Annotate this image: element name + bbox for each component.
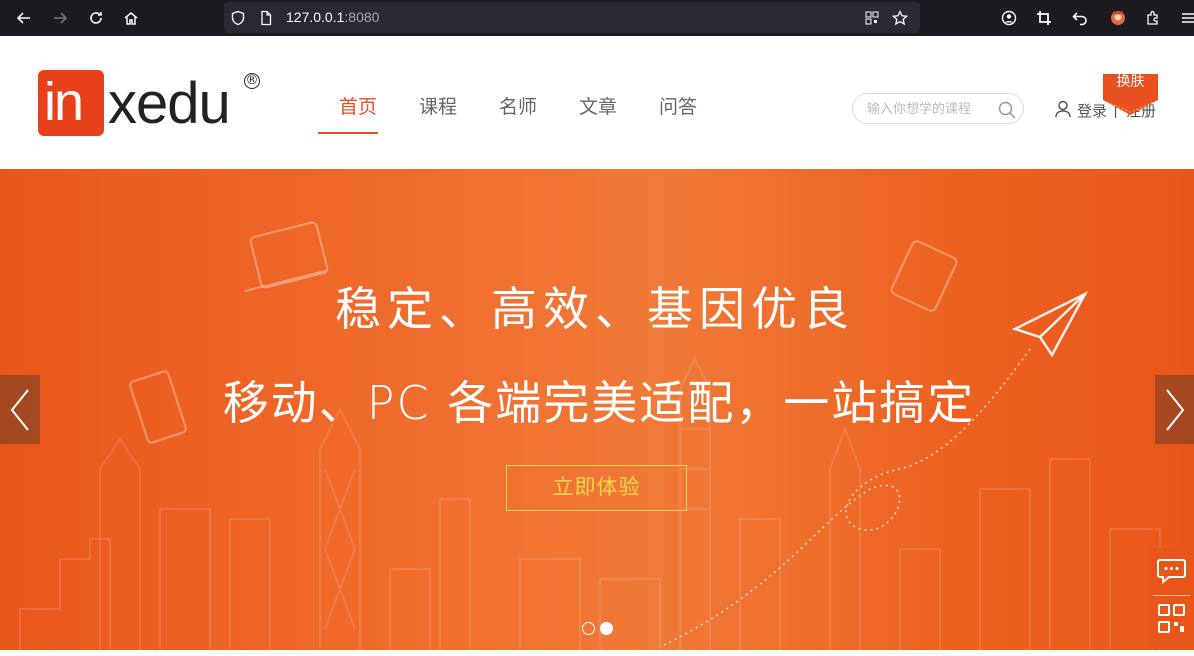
hero-banner: 稳定、高效、基因优良 移动、PC 各端完美适配，一站搞定 立即体验 — [0, 169, 1194, 650]
forward-icon[interactable] — [48, 6, 72, 30]
search-icon[interactable] — [997, 100, 1017, 120]
back-icon[interactable] — [12, 6, 36, 30]
bookmark-star-icon[interactable] — [888, 6, 912, 30]
menu-icon[interactable] — [1176, 6, 1194, 30]
nav-item-courses[interactable]: 课程 — [398, 93, 478, 121]
home-icon[interactable] — [119, 6, 143, 30]
banner-headline-secondary: 移动、PC 各端完美适配，一站搞定 — [222, 376, 976, 430]
logo-mark: in — [38, 70, 104, 136]
logo-wordmark: xedu — [108, 71, 231, 136]
site-header: in xedu ® 首页 课程 名师 文章 问答 登录 | 注册 换肤 — [0, 37, 1194, 169]
floating-side-panel — [1149, 548, 1194, 648]
chevron-right-icon — [1166, 388, 1185, 431]
account-icon[interactable] — [997, 6, 1021, 30]
carousel-indicators — [582, 622, 613, 635]
nav-item-home[interactable]: 首页 — [318, 93, 398, 134]
carousel-prev-button[interactable] — [0, 375, 40, 444]
qr-code-icon[interactable] — [860, 6, 884, 30]
chat-icon[interactable] — [1157, 558, 1186, 584]
chevron-left-icon — [10, 388, 29, 431]
skin-switch-button[interactable]: 换肤 — [1103, 74, 1158, 115]
extensions-puzzle-icon[interactable] — [1141, 6, 1165, 30]
nav-item-teachers[interactable]: 名师 — [478, 93, 558, 121]
undo-icon[interactable] — [1068, 6, 1092, 30]
browser-toolbar: 127.0.0.1:8080 — [0, 0, 1194, 36]
url-text[interactable]: 127.0.0.1:8080 — [286, 9, 379, 25]
registered-mark: ® — [244, 73, 260, 89]
extension-avatar-icon[interactable] — [1106, 6, 1130, 30]
skin-switch-label: 换肤 — [1116, 74, 1145, 90]
search-input[interactable] — [867, 100, 993, 118]
main-nav: 首页 课程 名师 文章 问答 — [318, 93, 718, 134]
course-search — [852, 93, 1024, 124]
shield-icon[interactable] — [226, 6, 250, 30]
user-icon — [1055, 100, 1071, 118]
url-bar[interactable]: 127.0.0.1:8080 — [224, 2, 920, 33]
banner-headline-primary: 稳定、高效、基因优良 — [335, 282, 855, 336]
carousel-next-button[interactable] — [1155, 375, 1194, 444]
carousel-dot-1[interactable] — [582, 622, 595, 635]
nav-item-qa[interactable]: 问答 — [638, 93, 718, 121]
crop-icon[interactable] — [1032, 6, 1056, 30]
side-panel-divider — [1153, 595, 1190, 596]
try-now-button[interactable]: 立即体验 — [506, 465, 687, 511]
nav-item-articles[interactable]: 文章 — [558, 93, 638, 121]
reload-icon[interactable] — [84, 6, 108, 30]
carousel-dot-2[interactable] — [600, 622, 613, 635]
qr-code-icon[interactable] — [1157, 603, 1187, 635]
page-icon — [254, 6, 278, 30]
